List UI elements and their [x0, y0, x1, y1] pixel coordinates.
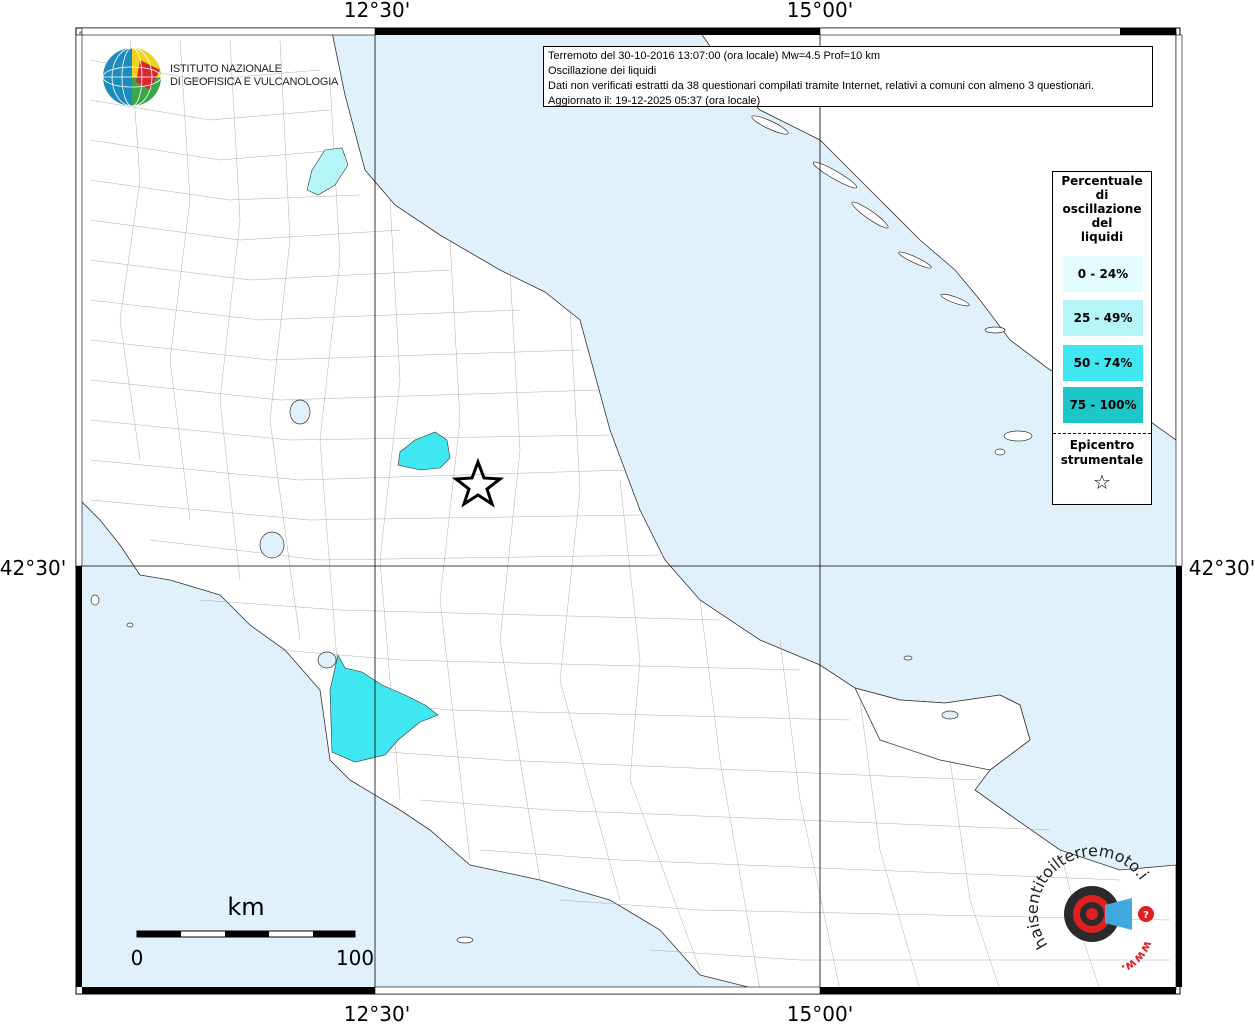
- legend-item-75-100: 75 - 100%: [1063, 387, 1143, 423]
- scale-min: 0: [131, 946, 144, 970]
- lat-label-left: 42°30': [0, 556, 66, 580]
- logo-line-1: ISTITUTO NAZIONALE: [170, 63, 282, 75]
- scale-unit: km: [227, 893, 264, 921]
- updated-line: Aggiornato il: 19-12-2025 05:37 (ora loc…: [548, 95, 761, 107]
- legend-epicenter: Epicentro strumentale ☆: [1053, 438, 1151, 496]
- legend-item-25-49: 25 - 49%: [1063, 300, 1143, 336]
- legend-epicenter-line-2: strumentale: [1060, 453, 1144, 467]
- lon-label-bottom-left: 12°30': [344, 1002, 410, 1024]
- legend-title: Percentuale di oscillazione del liquidi: [1053, 172, 1151, 244]
- seismic-map: 12°30' 15°00' 12°30' 15°00' 42°30' 42°30…: [0, 0, 1255, 1024]
- lat-label-right: 42°30': [1189, 556, 1255, 580]
- legend-epicenter-line-1: Epicentro: [1069, 438, 1135, 452]
- legend: Percentuale di oscillazione del liquidi …: [1052, 171, 1152, 505]
- svg-text:?: ?: [1143, 910, 1149, 921]
- legend-title-line-3: oscillazione: [1062, 202, 1142, 216]
- logo-line-2: DI GEOFISICA E VULCANOLOGIA: [170, 76, 339, 88]
- legend-title-line-5: liquidi: [1080, 230, 1124, 244]
- legend-title-line-4: del: [1091, 216, 1113, 230]
- legend-title-line-2: di: [1095, 188, 1109, 202]
- ingv-logo-text: ISTITUTO NAZIONALE DI GEOFISICA E VULCAN…: [170, 63, 338, 89]
- event-line: Terremoto del 30-10-2016 13:07:00 (ora l…: [548, 50, 881, 62]
- legend-item-50-74: 50 - 74%: [1063, 345, 1143, 381]
- legend-divider: [1053, 433, 1151, 434]
- epicenter-star-icon: ☆: [1093, 470, 1111, 494]
- lon-label-bottom-right: 15°00': [787, 1002, 853, 1024]
- data-note-line: Dati non verificati estratti da 38 quest…: [548, 80, 1094, 92]
- legend-title-line-1: Percentuale: [1061, 174, 1143, 188]
- ingv-logo-icon: [102, 47, 162, 107]
- legend-item-0-24: 0 - 24%: [1063, 256, 1143, 292]
- scale-max: 100: [336, 946, 374, 970]
- lon-label-top-right: 15°00': [787, 0, 853, 22]
- event-info-box: Terremoto del 30-10-2016 13:07:00 (ora l…: [543, 46, 1153, 107]
- parameter-line: Oscillazione dei liquidi: [548, 65, 657, 77]
- lon-label-top-left: 12°30': [344, 0, 410, 22]
